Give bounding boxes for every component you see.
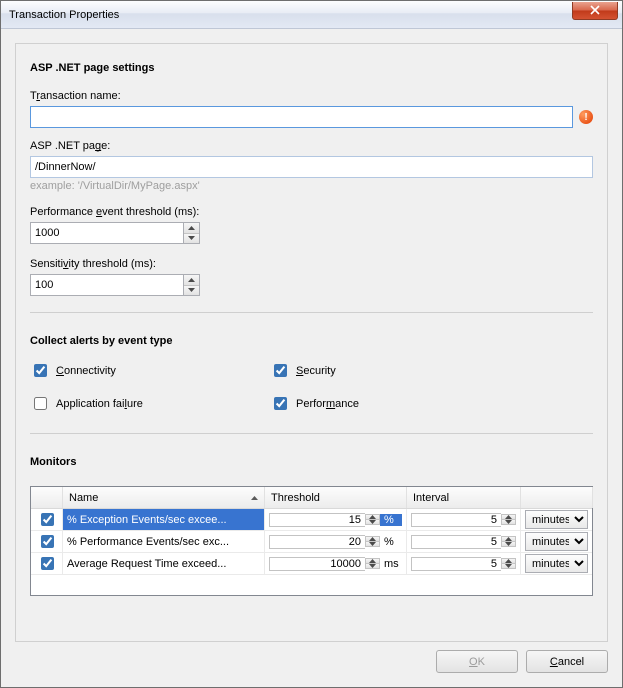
close-icon: [589, 5, 601, 15]
row-enabled-cell[interactable]: [31, 531, 63, 553]
spin-buttons[interactable]: [183, 274, 200, 296]
table-row[interactable]: Average Request Time exceed... ms minutes: [31, 553, 592, 575]
checkbox-app-failure-input[interactable]: [34, 397, 47, 410]
label-sens-threshold: Sensitivity threshold (ms):: [30, 258, 593, 270]
spin-down[interactable]: [502, 520, 515, 524]
row-threshold-cell[interactable]: ms: [265, 553, 407, 575]
dialog-body: ASP .NET page settings Transaction name:…: [1, 29, 622, 687]
row-name-cell: % Exception Events/sec excee...: [63, 509, 265, 531]
checkbox-performance[interactable]: Performance: [270, 394, 593, 413]
alert-type-grid: Connectivity Security Application failur…: [30, 361, 593, 413]
label-perf-threshold: Performance event threshold (ms):: [30, 206, 593, 218]
checkbox-connectivity[interactable]: Connectivity: [30, 361, 270, 380]
threshold-input[interactable]: [269, 557, 365, 571]
row-threshold-cell[interactable]: %: [265, 531, 407, 553]
row-interval-cell[interactable]: [407, 509, 521, 531]
row-interval-cell[interactable]: [407, 553, 521, 575]
interval-input[interactable]: [411, 557, 501, 571]
checkbox-app-failure[interactable]: Application failure: [30, 394, 270, 413]
validation-warning-icon: !: [579, 110, 593, 124]
table-row[interactable]: % Performance Events/sec exc...% minutes: [31, 531, 592, 553]
grid-header: Name Threshold Interval: [31, 487, 592, 509]
sens-threshold-input[interactable]: [30, 274, 183, 296]
cancel-button[interactable]: Cancel: [526, 650, 608, 673]
threshold-unit: ms: [380, 558, 402, 570]
interval-unit-select[interactable]: minutes: [525, 532, 588, 551]
row-enabled-checkbox[interactable]: [41, 513, 54, 526]
interval-input[interactable]: [411, 535, 501, 549]
divider: [30, 433, 593, 434]
col-header-enabled[interactable]: [31, 487, 63, 508]
sort-asc-icon: [251, 496, 258, 500]
threshold-unit: %: [380, 536, 402, 548]
threshold-input[interactable]: [269, 535, 365, 549]
row-interval-unit-cell[interactable]: minutes: [521, 553, 592, 575]
spin-buttons[interactable]: [365, 514, 380, 525]
spin-buttons[interactable]: [501, 514, 516, 525]
col-header-interval[interactable]: Interval: [407, 487, 521, 508]
divider: [30, 312, 593, 313]
content-panel: ASP .NET page settings Transaction name:…: [15, 43, 608, 642]
row-enabled-cell[interactable]: [31, 553, 63, 575]
ok-button[interactable]: OK: [436, 650, 518, 673]
section-title-alerts: Collect alerts by event type: [30, 335, 593, 347]
interval-input[interactable]: [411, 513, 501, 527]
dialog-transaction-properties: Transaction Properties ASP .NET page set…: [0, 0, 623, 688]
row-interval-cell[interactable]: [407, 531, 521, 553]
row-name-cell: % Performance Events/sec exc...: [63, 531, 265, 553]
section-title-page-settings: ASP .NET page settings: [30, 62, 593, 74]
interval-unit-select[interactable]: minutes: [525, 510, 588, 529]
perf-threshold-spinner[interactable]: [30, 222, 200, 244]
spin-buttons[interactable]: [501, 558, 516, 569]
row-threshold-cell[interactable]: %: [265, 509, 407, 531]
col-header-name[interactable]: Name: [63, 487, 265, 508]
table-row[interactable]: % Exception Events/sec excee...% minutes: [31, 509, 592, 531]
row-enabled-checkbox[interactable]: [41, 535, 54, 548]
spin-buttons[interactable]: [501, 536, 516, 547]
spin-down[interactable]: [184, 286, 199, 296]
grid-body: % Exception Events/sec excee...% minutes%…: [31, 509, 592, 595]
interval-unit-select[interactable]: minutes: [525, 554, 588, 573]
spin-down[interactable]: [366, 564, 379, 568]
perf-threshold-input[interactable]: [30, 222, 183, 244]
checkbox-security-input[interactable]: [274, 364, 287, 377]
checkbox-performance-input[interactable]: [274, 397, 287, 410]
spin-buttons[interactable]: [183, 222, 200, 244]
row-interval-unit-cell[interactable]: minutes: [521, 531, 592, 553]
spin-down[interactable]: [366, 542, 379, 546]
asp-page-hint: example: '/VirtualDir/MyPage.aspx': [30, 180, 593, 192]
transaction-name-input[interactable]: [30, 106, 573, 128]
spin-buttons[interactable]: [365, 558, 380, 569]
section-title-monitors: Monitors: [30, 456, 593, 468]
label-asp-page: ASP .NET page:: [30, 140, 593, 152]
spin-down[interactable]: [184, 234, 199, 244]
spin-down[interactable]: [366, 520, 379, 524]
window-title: Transaction Properties: [9, 9, 572, 21]
spin-up[interactable]: [184, 223, 199, 234]
row-name-cell: Average Request Time exceed...: [63, 553, 265, 575]
spin-down[interactable]: [502, 564, 515, 568]
threshold-unit: %: [380, 514, 402, 526]
sens-threshold-spinner[interactable]: [30, 274, 200, 296]
monitors-grid: Name Threshold Interval % Exception Even…: [30, 486, 593, 596]
close-button[interactable]: [572, 2, 618, 20]
titlebar: Transaction Properties: [1, 1, 622, 29]
col-header-threshold[interactable]: Threshold: [265, 487, 407, 508]
row-interval-unit-cell[interactable]: minutes: [521, 509, 592, 531]
checkbox-connectivity-input[interactable]: [34, 364, 47, 377]
row-enabled-cell[interactable]: [31, 509, 63, 531]
spin-up[interactable]: [184, 275, 199, 286]
col-header-interval-unit[interactable]: [521, 487, 593, 508]
spin-down[interactable]: [502, 542, 515, 546]
label-transaction-name: Transaction name:: [30, 90, 593, 102]
row-enabled-checkbox[interactable]: [41, 557, 54, 570]
threshold-input[interactable]: [269, 513, 365, 527]
asp-page-input[interactable]: [30, 156, 593, 178]
checkbox-security[interactable]: Security: [270, 361, 593, 380]
spin-buttons[interactable]: [365, 536, 380, 547]
dialog-footer: OK Cancel: [15, 642, 608, 673]
